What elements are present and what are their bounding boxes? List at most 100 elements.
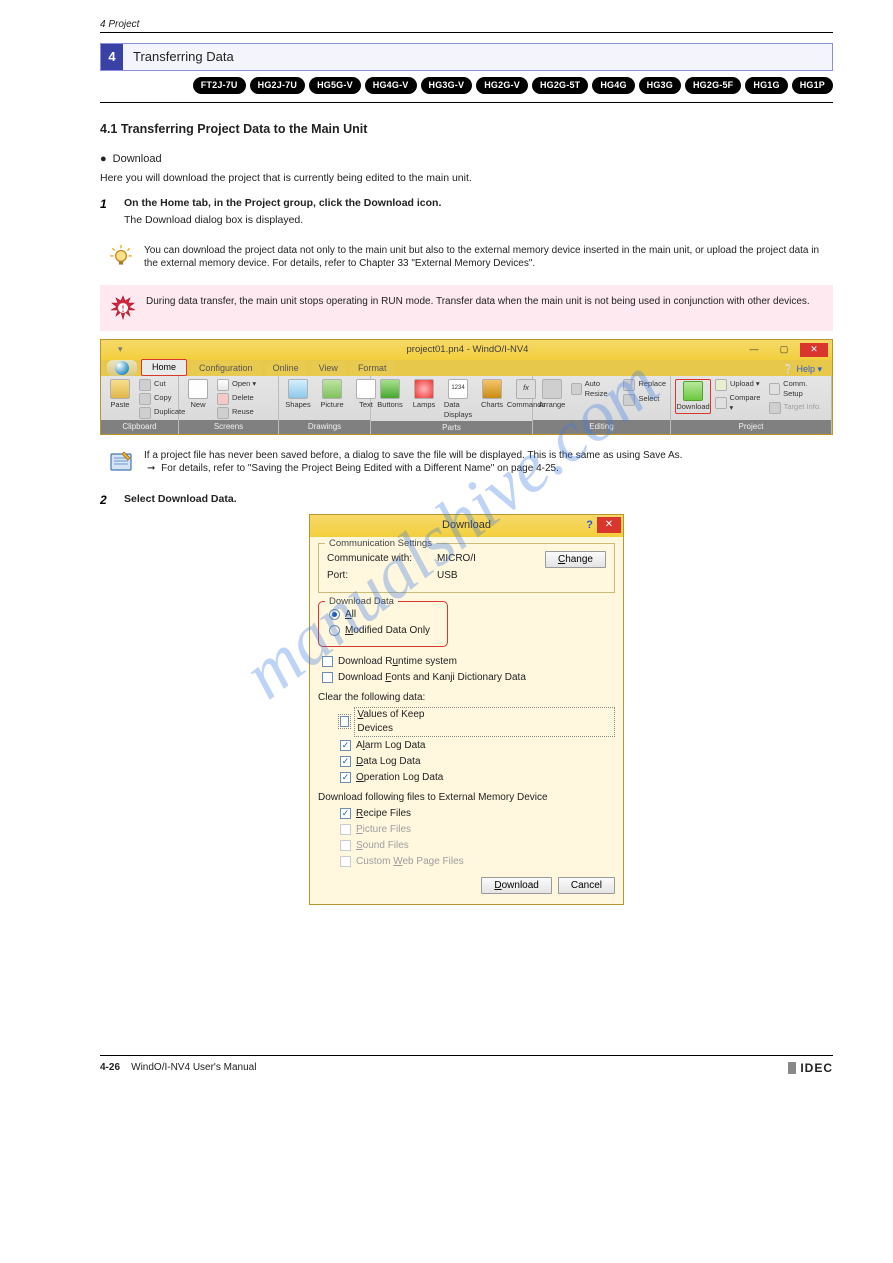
tab-configuration[interactable]: Configuration [191, 361, 261, 376]
chk-operation[interactable]: Operation Log Data [340, 771, 615, 785]
autoresize-button[interactable]: Auto Resize [571, 379, 619, 400]
model-pill: HG2G-V [476, 77, 528, 94]
open-screen-button[interactable]: Open ▾ [217, 379, 256, 391]
model-pill: HG2G-5T [532, 77, 588, 94]
warning-burst-icon: ! [110, 295, 136, 321]
checkbox-icon [340, 716, 349, 727]
tab-home[interactable]: Home [141, 359, 187, 376]
note-text-1: If a project file has never been saved b… [144, 449, 682, 463]
window-title: project01.pn4 - WindO/I-NV4 [195, 343, 740, 356]
lamps-button[interactable]: Lamps [409, 379, 439, 411]
arrange-button[interactable]: Arrange [537, 379, 567, 411]
comm-with-label: Communicate with: [327, 552, 437, 566]
radio-modified[interactable]: Modified Data Only [329, 624, 441, 638]
warning-text: During data transfer, the main unit stop… [146, 295, 810, 309]
step-number-icon: 2 [100, 492, 118, 508]
app-orb-icon[interactable] [107, 360, 137, 376]
radio-icon [329, 625, 340, 636]
model-pill: HG1P [792, 77, 833, 94]
buttons-button[interactable]: Buttons [375, 379, 405, 411]
rotate-icon[interactable] [587, 403, 601, 417]
reuse-screen-button[interactable]: Reuse [217, 407, 256, 419]
paste-button[interactable]: Paste [105, 379, 135, 411]
download-action-button[interactable]: Download [481, 877, 552, 894]
model-pill: HG4G-V [365, 77, 417, 94]
replace-button[interactable]: Replace [623, 379, 666, 391]
compare-button[interactable]: Compare ▾ [715, 393, 765, 414]
note-callout: If a project file has never been saved b… [100, 443, 833, 482]
commsetup-button[interactable]: Comm. Setup [769, 379, 827, 400]
chk-fonts[interactable]: Download Fonts and Kanji Dictionary Data [322, 671, 615, 685]
dialog-close-icon[interactable]: ✕ [597, 517, 621, 533]
cancel-button[interactable]: Cancel [558, 877, 615, 894]
section-header-bar: 4 Transferring Data [100, 43, 833, 71]
align-icon[interactable] [571, 403, 585, 417]
model-pill: HG5G-V [309, 77, 361, 94]
checkbox-icon [340, 756, 351, 767]
group-drawings-label: Drawings [279, 420, 370, 433]
tab-format[interactable]: Format [350, 361, 395, 376]
radio-all[interactable]: All [329, 608, 441, 622]
checkbox-icon [340, 840, 351, 851]
step-2-text: Select Download Data. [124, 492, 237, 508]
targetinfo-button[interactable]: Target Info. [769, 402, 827, 414]
shapes-button[interactable]: Shapes [283, 379, 313, 411]
select-button[interactable]: Select [623, 394, 666, 406]
charts-button[interactable]: Charts [477, 379, 507, 411]
warning-callout: ! During data transfer, the main unit st… [100, 285, 833, 331]
ext-label: Download following files to External Mem… [318, 791, 615, 805]
dialog-help-icon[interactable]: ? [586, 518, 593, 533]
upload-button[interactable]: Upload ▾ [715, 379, 765, 391]
bullet-icon: ● [100, 152, 107, 167]
tab-view[interactable]: View [311, 361, 346, 376]
new-screen-button[interactable]: New [183, 379, 213, 411]
model-pill: HG3G-V [421, 77, 473, 94]
tab-online[interactable]: Online [265, 361, 307, 376]
subsubheading: ● Download [100, 152, 833, 167]
ribbon-body: Paste Cut Copy Duplicate Clipboard New O… [101, 376, 832, 434]
group-parts-label: Parts [371, 421, 532, 434]
picture-button[interactable]: Picture [317, 379, 347, 411]
close-icon[interactable]: ✕ [800, 343, 828, 357]
step-1: 1 On the Home tab, in the Project group,… [100, 196, 833, 229]
tip-text: You can download the project data not on… [144, 244, 825, 271]
lightbulb-icon [108, 244, 134, 270]
comm-settings-fieldset: Communication Settings Communicate with:… [318, 543, 615, 593]
chk-runtime[interactable]: Download Runtime system [322, 655, 615, 669]
chk-recipe[interactable]: Recipe Files [340, 807, 615, 821]
comm-with-value: MICRO/I [437, 552, 545, 566]
chk-sound: Sound Files [340, 839, 615, 853]
minimize-icon[interactable]: — [740, 343, 768, 357]
download-button[interactable]: Download [675, 379, 711, 415]
chapter-ref: 4 Project [100, 18, 833, 32]
group-clipboard-label: Clipboard [101, 420, 178, 433]
clear-label: Clear the following data: [318, 691, 615, 705]
ribbon-titlebar: ▾ project01.pn4 - WindO/I-NV4 — ▢ ✕ [101, 340, 832, 360]
chk-data[interactable]: Data Log Data [340, 755, 615, 769]
chk-web: Custom Web Page Files [340, 855, 615, 869]
chk-alarm[interactable]: Alarm Log Data [340, 739, 615, 753]
checkbox-icon [322, 672, 333, 683]
checkbox-icon [340, 772, 351, 783]
brand-logo: IDEC [788, 1060, 833, 1077]
svg-text:!: ! [122, 304, 125, 314]
help-menu[interactable]: ❔ Help ▾ [783, 363, 826, 376]
download-data-legend: Download Data [325, 595, 398, 608]
rule-under-pills [100, 102, 833, 103]
brand-text: IDEC [800, 1060, 833, 1077]
step-1-result: The Download dialog box is displayed. [124, 213, 441, 228]
delete-screen-button[interactable]: Delete [217, 393, 256, 405]
model-pills: FT2J-7U HG2J-7U HG5G-V HG4G-V HG3G-V HG2… [100, 77, 833, 94]
dialog-titlebar: Download ? ✕ [310, 515, 623, 537]
maximize-icon[interactable]: ▢ [770, 343, 798, 357]
data-displays-button[interactable]: 1234Data Displays [443, 379, 473, 421]
port-value: USB [437, 569, 606, 583]
note-text-2: For details, refer to "Saving the Projec… [161, 463, 559, 474]
change-button[interactable]: Change [545, 551, 606, 568]
dialog-title: Download [442, 518, 491, 533]
model-pill: HG2J-7U [250, 77, 305, 94]
chk-keep[interactable]: Values of Keep Devices [340, 707, 615, 737]
ribbon-tabs: Home Configuration Online View Format ❔ … [101, 360, 832, 376]
tip-callout: You can download the project data not on… [100, 238, 833, 277]
chk-picture: Picture Files [340, 823, 615, 837]
